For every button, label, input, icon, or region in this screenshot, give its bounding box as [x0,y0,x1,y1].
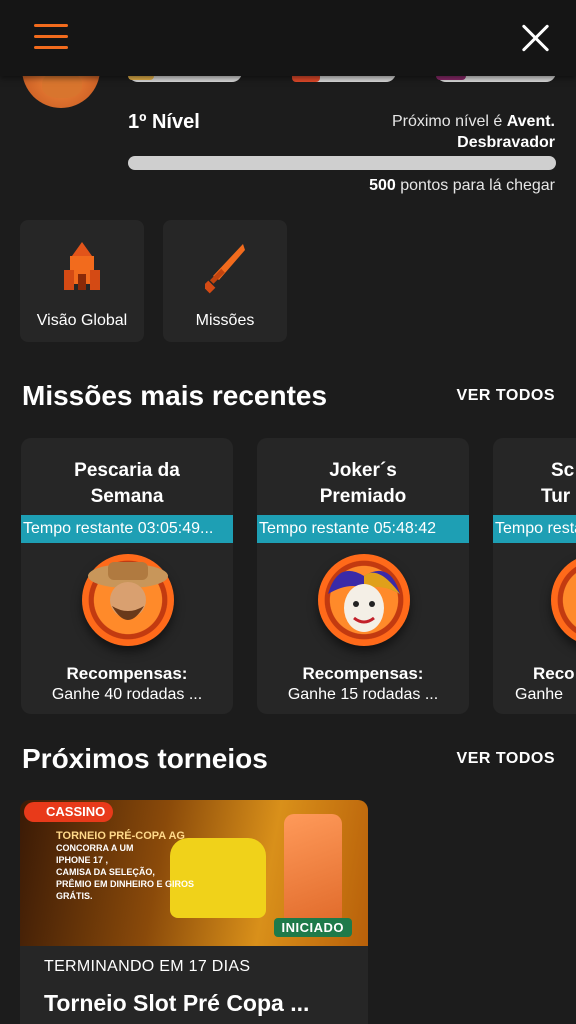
tile-label: Visão Global [36,312,128,329]
mission-reward-label: Reco [533,664,575,683]
mission-title-line: Joker´s [329,460,397,481]
tournament-banner: CASSINO TORNEIO PRÉ-COPA AG CONCORRA A U… [20,800,368,946]
tile-visao-global[interactable]: Visão Global [20,220,144,342]
mission-card[interactable]: Pescaria da Semana Tempo restante 03:05:… [21,438,233,714]
mission-card[interactable]: Joker´s Premiado Tempo restante 05:48:42… [257,438,469,714]
current-level: 1º Nível [128,111,200,133]
tournament-ending: TERMINANDO EM 17 DIAS [44,958,251,975]
mission-title-line: Tur [541,486,571,507]
points-value: 500 [369,177,396,194]
mission-card[interactable]: Sc Tur Tempo resta Reco Ganhe [493,438,576,714]
phone-icon [284,814,342,926]
points-suffix: pontos para lá chegar [395,177,555,194]
mission-title-line: Semana [90,486,164,507]
mission-title: Sc Tur [493,458,576,510]
tile-missoes[interactable]: Missões [163,220,287,342]
tournaments-section-title: Próximos torneios [22,743,268,774]
tournament-name: Torneio Slot Pré Copa ... [44,990,310,1016]
next-level-prefix: Próximo nível é [391,113,507,130]
sword-icon [205,244,245,294]
next-level-info: Próximo nível é Avent. Desbravador [355,111,555,153]
castle-icon [64,242,100,290]
tile-label: Missões [195,312,255,329]
banner-text: TORNEIO PRÉ-COPA AG CONCORRA A UM IPHONE… [56,830,226,902]
mission-title-line: Premiado [319,486,407,507]
banner-line: CONCORRA A UM [56,843,134,853]
banner-line: CAMISA DA SELEÇÃO, [56,867,155,877]
mission-title-line: Sc [551,460,575,481]
tournaments-see-all-link[interactable]: VER TODOS [457,750,555,768]
mission-title: Pescaria da Semana [21,458,233,510]
banner-title: TORNEIO PRÉ-COPA AG [56,830,185,842]
mission-timer: Tempo restante 05:48:42 [257,515,469,543]
mission-reward-label: Recompensas: [302,664,424,683]
level-progress-bar [128,156,556,170]
cassino-tag: CASSINO [24,802,114,822]
mission-reward-label: Recompensas: [66,664,188,683]
mission-reward: Ganhe 40 rodadas ... [51,686,203,703]
banner-line: PRÊMIO EM DINHEIRO E GIROS GRÁTIS. [56,879,195,901]
mission-badge-icon [551,554,576,646]
tournament-status-badge: INICIADO [273,918,352,937]
close-icon[interactable] [520,22,552,54]
missions-see-all-link[interactable]: VER TODOS [457,387,555,405]
joker-badge-icon [318,554,410,646]
missions-section-title: Missões mais recentes [22,380,328,411]
mission-reward: Ganhe 15 rodadas ... [287,686,439,703]
tournament-card[interactable]: CASSINO TORNEIO PRÉ-COPA AG CONCORRA A U… [20,800,368,1024]
top-bar [0,0,576,76]
mission-timer: Tempo resta [493,515,576,543]
points-to-next-level: 500 pontos para lá chegar [369,177,555,195]
mission-reward: Ganhe [515,686,564,703]
banner-line: IPHONE 17 , [56,855,109,865]
mission-timer: Tempo restante 03:05:49... [21,515,233,543]
fisherman-badge-icon [82,554,174,646]
mission-title-line: Pescaria da [74,460,180,481]
hamburger-menu-icon[interactable] [34,24,68,50]
mission-title: Joker´s Premiado [257,458,469,510]
